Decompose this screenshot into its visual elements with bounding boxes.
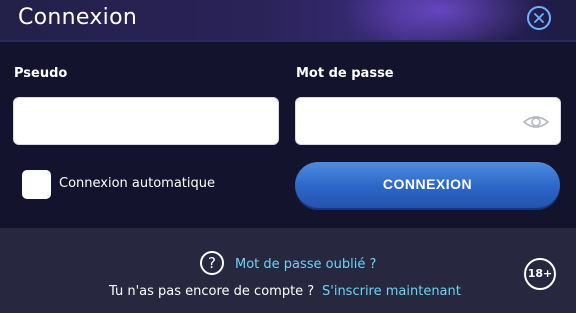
remember-checkbox[interactable]: [22, 170, 51, 199]
close-button[interactable]: [527, 6, 551, 30]
login-modal: Connexion Pseudo Mot de passe Connexion …: [0, 0, 576, 313]
remember-label: Connexion automatique: [59, 176, 215, 191]
modal-title: Connexion: [18, 5, 138, 30]
question-icon[interactable]: ?: [200, 251, 224, 275]
close-icon: [534, 13, 544, 23]
forgot-password-link[interactable]: Mot de passe oublié ?: [235, 257, 376, 272]
login-button[interactable]: CONNEXION: [295, 162, 560, 208]
no-account-text: Tu n'as pas encore de compte ?: [109, 284, 315, 299]
password-field[interactable]: [295, 97, 561, 145]
age-restriction-badge: 18+: [524, 258, 556, 290]
login-button-label: CONNEXION: [382, 176, 473, 192]
username-field[interactable]: [13, 97, 279, 145]
eye-icon[interactable]: [522, 113, 550, 131]
password-label: Mot de passe: [296, 66, 394, 81]
modal-header: Connexion: [0, 0, 576, 42]
modal-footer: ? Mot de passe oublié ? Tu n'as pas enco…: [0, 228, 576, 313]
signup-link[interactable]: S'inscrire maintenant: [322, 284, 461, 299]
username-label: Pseudo: [14, 66, 68, 81]
